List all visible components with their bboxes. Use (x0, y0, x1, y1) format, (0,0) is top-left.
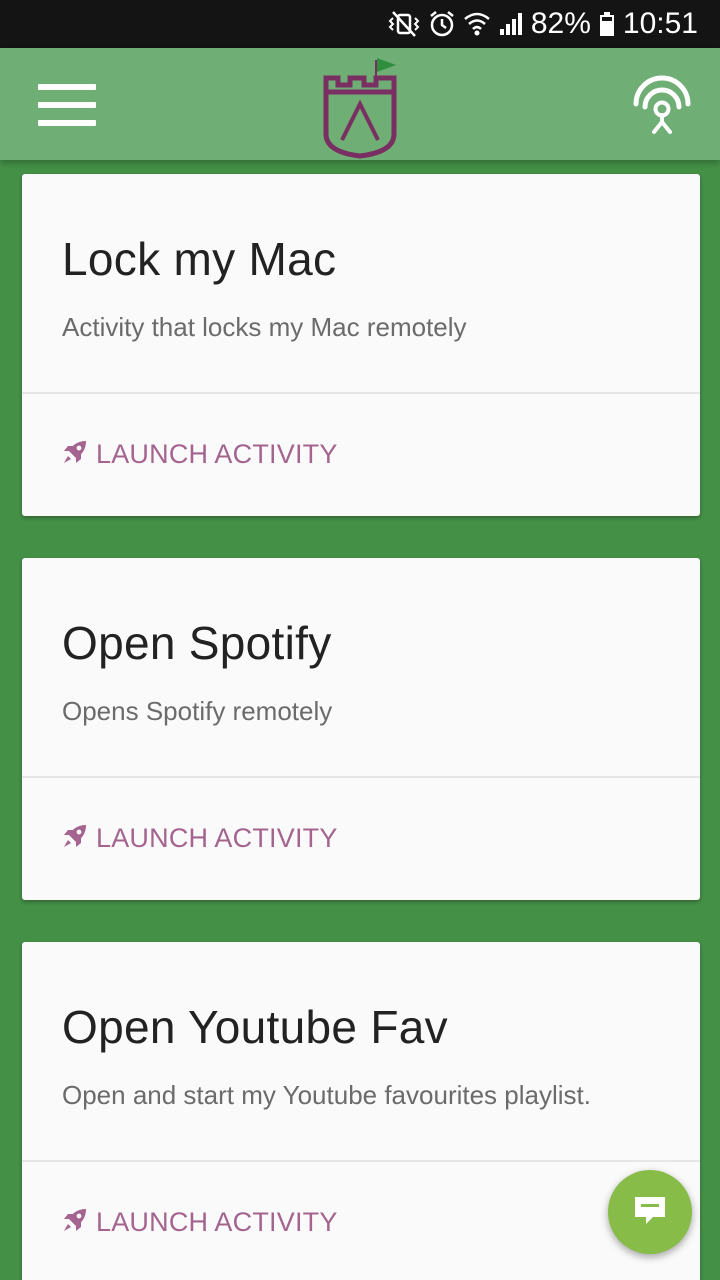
activity-description: Open and start my Youtube favourites pla… (62, 1080, 591, 1110)
card-divider (22, 1160, 700, 1162)
activity-title: Lock my Mac (62, 233, 337, 285)
alarm-icon (429, 9, 455, 39)
activity-card-youtube: Open Youtube Fav Open and start my Youtu… (22, 942, 700, 1280)
vibrate-mute-icon (387, 9, 421, 39)
activity-card-spotify: Open Spotify Opens Spotify remotely LAUN… (22, 558, 700, 900)
signal-icon (499, 9, 523, 39)
activity-description: Activity that locks my Mac remotely (62, 312, 467, 342)
activity-description: Opens Spotify remotely (62, 696, 333, 726)
launch-activity-button[interactable]: LAUNCH ACTIVITY (62, 434, 338, 474)
rocket-icon (62, 823, 88, 854)
status-bar: 82% 10:51 (0, 0, 720, 48)
activity-title: Open Youtube Fav (62, 1001, 448, 1053)
chat-bubble-icon (633, 1193, 667, 1232)
status-icons: 82% 10:51 (387, 0, 698, 48)
chat-fab-button[interactable] (608, 1170, 692, 1254)
launch-activity-button[interactable]: LAUNCH ACTIVITY (62, 818, 338, 858)
castle-shield-logo (320, 56, 400, 160)
launch-activity-label: LAUNCH ACTIVITY (96, 822, 338, 853)
hamburger-menu-icon[interactable] (38, 84, 98, 126)
launch-activity-button[interactable]: LAUNCH ACTIVITY (62, 1202, 338, 1242)
clock-time: 10:51 (622, 7, 698, 40)
activity-card-lock-mac: Lock my Mac Activity that locks my Mac r… (22, 174, 700, 516)
wifi-icon (463, 9, 491, 39)
card-divider (22, 392, 700, 394)
activity-title: Open Spotify (62, 617, 332, 669)
card-divider (22, 776, 700, 778)
launch-activity-label: LAUNCH ACTIVITY (96, 438, 338, 469)
launch-activity-label: LAUNCH ACTIVITY (96, 1206, 338, 1237)
broadcast-antenna-icon[interactable] (630, 74, 694, 138)
rocket-icon (62, 439, 88, 470)
activity-list[interactable]: Lock my Mac Activity that locks my Mac r… (0, 160, 720, 1280)
battery-percent: 82% (530, 7, 591, 40)
rocket-icon (62, 1207, 88, 1238)
app-bar (0, 48, 720, 160)
battery-icon (599, 9, 615, 39)
